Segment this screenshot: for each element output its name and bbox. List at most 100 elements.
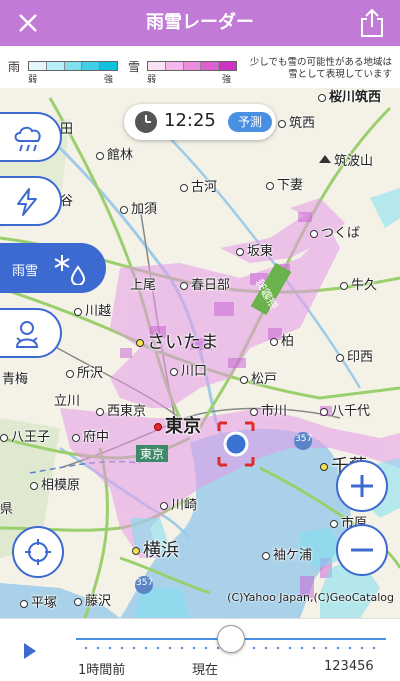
mode-label-snow-rain: 雨雪 [12, 264, 39, 279]
place-label-text: 春日部 [191, 278, 231, 293]
snow-note: 少しでも雪の可能性がある地域は 雪として表現しています [250, 57, 392, 81]
forecast-time-pill[interactable]: 12:25 予測 [124, 104, 276, 140]
timeline-label-start: 1時間前 [78, 663, 126, 678]
place-label-ome: 青梅 [2, 372, 29, 387]
plus-icon [351, 475, 373, 497]
place-dot [0, 433, 8, 442]
place-dot [270, 337, 278, 346]
rain-scale-step [46, 62, 65, 70]
timeline-label-now: 現在 [192, 663, 219, 678]
snow-color-scale [147, 61, 237, 71]
place-label: 府中 [72, 426, 109, 445]
rain-cloud-icon [14, 126, 41, 152]
place-dot [66, 369, 74, 378]
place-label-text: 牛久 [351, 278, 378, 293]
place-label: 館林 [96, 144, 133, 163]
place-label-text: 筑西 [289, 116, 316, 131]
place-label-text: 西東京 [107, 404, 147, 419]
snow-scale-step [165, 62, 184, 70]
rain-scale-step [100, 62, 117, 70]
place-label-text: 袖ケ浦 [273, 548, 313, 563]
place-label-text: 松戸 [251, 372, 278, 387]
place-label-yokohama: 横浜 [132, 536, 179, 562]
place-label-partial: 県 [0, 502, 14, 517]
place-label: つくば [310, 222, 360, 241]
mode-button-rain[interactable] [0, 112, 62, 162]
mode-button-lightning[interactable] [0, 176, 62, 226]
timeline-label-end: 123456 [324, 659, 374, 674]
rain-legend-label: 雨 [8, 60, 21, 74]
place-label-text: 古河 [191, 180, 218, 195]
place-label-text: 八王子 [11, 430, 51, 445]
rain-scale-step [29, 62, 47, 70]
rain-scale-step [82, 62, 101, 70]
place-label-text: 平塚 [31, 596, 58, 611]
place-label-text: 柏 [281, 334, 295, 349]
place-dot [318, 93, 326, 102]
place-dot [120, 205, 128, 214]
place-dot [154, 423, 162, 431]
place-label: 坂東 [236, 240, 273, 259]
place-label: 西東京 [96, 400, 146, 419]
place-label-text: 相模原 [41, 478, 81, 493]
route-number-label: 357 [295, 434, 313, 444]
place-dot [20, 599, 28, 608]
place-dot [74, 307, 82, 316]
place-label: 八王子 [0, 426, 50, 445]
rain-weak-label: 弱 [28, 75, 38, 85]
place-label: 松戸 [240, 368, 277, 387]
place-label: 八千代 [320, 400, 370, 419]
place-dot [262, 551, 270, 560]
place-label: 牛久 [340, 274, 377, 293]
place-label: 筑西 [278, 112, 315, 131]
place-dot [240, 375, 248, 384]
place-label-text: 桜川筑西 [329, 90, 382, 105]
mode-button-snow[interactable] [0, 308, 62, 358]
place-label-text: つくば [321, 226, 361, 241]
place-label: 印西 [336, 346, 373, 365]
place-label-text: 東京 [165, 416, 201, 437]
place-dot [170, 367, 178, 376]
snow-scale-step [219, 62, 236, 70]
crosshair-icon [25, 539, 51, 565]
place-label: 市川 [250, 400, 287, 419]
place-dot [180, 281, 188, 290]
place-label-text: 川崎 [171, 498, 198, 513]
place-label-partial: 田 [60, 122, 74, 137]
place-label-text: 川越 [85, 304, 112, 319]
place-label-text: 加須 [131, 202, 158, 217]
place-label-saitama: さいたま [136, 328, 218, 354]
snow-scale-step [183, 62, 202, 70]
place-label: 加須 [120, 198, 157, 217]
station-label-tokyo: 東京 [136, 445, 169, 462]
place-dot [96, 151, 104, 160]
lightning-icon [17, 188, 37, 216]
place-dot [160, 501, 168, 510]
place-dot [96, 407, 104, 416]
rain-scale-step [64, 62, 83, 70]
app-header: 雨雪レーダー [0, 0, 400, 46]
play-icon[interactable] [22, 641, 38, 661]
place-label: 平塚 [20, 592, 57, 611]
clock-icon [135, 111, 157, 133]
zoom-in-button[interactable] [336, 460, 388, 512]
snow-note-line2: 雪として表現しています [288, 69, 392, 80]
place-label-text: さいたま [147, 332, 219, 353]
place-label-text: 市川 [261, 404, 288, 419]
place-dot [310, 229, 318, 238]
place-dot [236, 247, 244, 256]
place-label-text: 坂東 [247, 244, 274, 259]
zoom-out-button[interactable] [336, 524, 388, 576]
share-icon[interactable] [358, 8, 386, 38]
place-dot [132, 547, 140, 555]
place-label: 川口 [170, 360, 207, 379]
timeline-knob[interactable] [217, 625, 245, 653]
place-label-text: 藤沢 [85, 594, 112, 609]
place-label-ageo: 上尾 [130, 278, 157, 293]
radar-map[interactable]: 桜川筑西 筑西 筑波山 館林 古河 下妻 加須 つくば 坂東 上尾 春日部 牛久… [0, 88, 400, 618]
current-location-button[interactable] [12, 526, 64, 578]
rain-color-scale [28, 61, 118, 71]
place-label-tsukubasan: 筑波山 [334, 154, 374, 169]
mode-button-snow-rain[interactable]: 雨雪 [0, 243, 106, 293]
place-dot [136, 339, 144, 347]
